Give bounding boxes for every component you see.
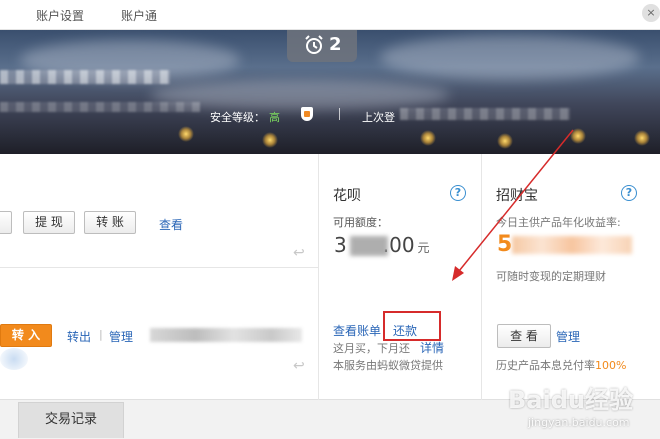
last-login: 上次登	[362, 111, 395, 124]
alarm-count: 2	[329, 34, 342, 55]
withdraw-button[interactable]: 提 现	[23, 211, 75, 234]
baidu-watermark: Baidu经验 jingyan.baidu.com	[508, 380, 658, 438]
blurred-last-login	[400, 108, 570, 120]
transfer-button[interactable]: 转 账	[84, 211, 136, 234]
transfer-out-link[interactable]: 转出	[67, 328, 91, 345]
link-divider: |	[99, 328, 103, 341]
repay-highlight-box	[383, 311, 441, 341]
blurred-account-info	[0, 102, 200, 112]
tab-transaction-records[interactable]: 交易记录	[18, 402, 124, 438]
top-nav: 账户设置 账户通 ×	[0, 0, 660, 30]
blurred-username	[0, 70, 170, 84]
rate-label: 今日主供产品年化收益率:	[496, 216, 621, 229]
zhaocaibao-title: 招财宝	[496, 188, 538, 204]
alarm-notification[interactable]: 2	[287, 30, 357, 62]
shield-icon[interactable]	[301, 107, 313, 121]
alipay-account-page: 账户设置 账户通 × 2 安全等级： 高 上次登 提 现 转 账 查看 ↩ 转 入…	[0, 0, 660, 439]
history-label: 历史产品本息兑付率	[496, 359, 595, 372]
zhaocaibao-manage-link[interactable]: 管理	[556, 328, 580, 345]
security-label: 安全等级：	[210, 111, 265, 124]
huabei-provider-note: 本服务由蚂蚁微贷提供	[333, 359, 443, 372]
watermark-word: Baidu经验	[508, 386, 633, 414]
view-bill-link[interactable]: 查看账单	[333, 322, 381, 339]
balance-view-link[interactable]: 查看	[159, 216, 183, 233]
zhaocaibao-view-button[interactable]: 查 看	[497, 324, 551, 348]
watermark-url: jingyan.baidu.com	[528, 416, 630, 429]
return-arrow-icon[interactable]: ↩	[293, 245, 305, 261]
huabei-title: 花呗	[333, 188, 361, 204]
divider	[339, 108, 340, 120]
huabei-note: 这月买，下月还	[333, 342, 410, 355]
security-level-value: 高	[269, 111, 280, 124]
alarm-clock-icon	[305, 35, 323, 54]
blurred-yuebao-info	[150, 328, 302, 342]
amount-prefix: 3	[334, 233, 347, 257]
cloud-decoration	[0, 348, 28, 370]
history-rate: 历史产品本息兑付率100%	[496, 357, 626, 373]
history-rate-value: 100%	[595, 359, 627, 372]
help-icon[interactable]: ?	[621, 185, 637, 201]
nav-account-pass[interactable]: 账户通	[121, 7, 157, 24]
transfer-in-button[interactable]: 转 入	[0, 324, 52, 347]
security-level: 安全等级： 高	[210, 109, 280, 125]
nav-account-settings[interactable]: 账户设置	[36, 7, 84, 24]
close-icon[interactable]: ×	[642, 4, 660, 22]
help-icon[interactable]: ?	[450, 185, 466, 201]
yuebao-manage-link[interactable]: 管理	[109, 328, 133, 345]
credit-label: 可用额度：	[333, 216, 388, 229]
zhaocaibao-desc: 可随时变现的定期理财	[496, 270, 606, 283]
return-arrow-icon[interactable]: ↩	[293, 358, 305, 374]
huabei-detail-link[interactable]: 详情	[420, 339, 444, 356]
blurred-amount	[350, 236, 388, 256]
blurred-rate	[512, 236, 632, 254]
recharge-button-partial[interactable]	[0, 211, 12, 234]
rate-value: 5	[497, 232, 513, 257]
amount-unit: 元	[417, 241, 430, 255]
